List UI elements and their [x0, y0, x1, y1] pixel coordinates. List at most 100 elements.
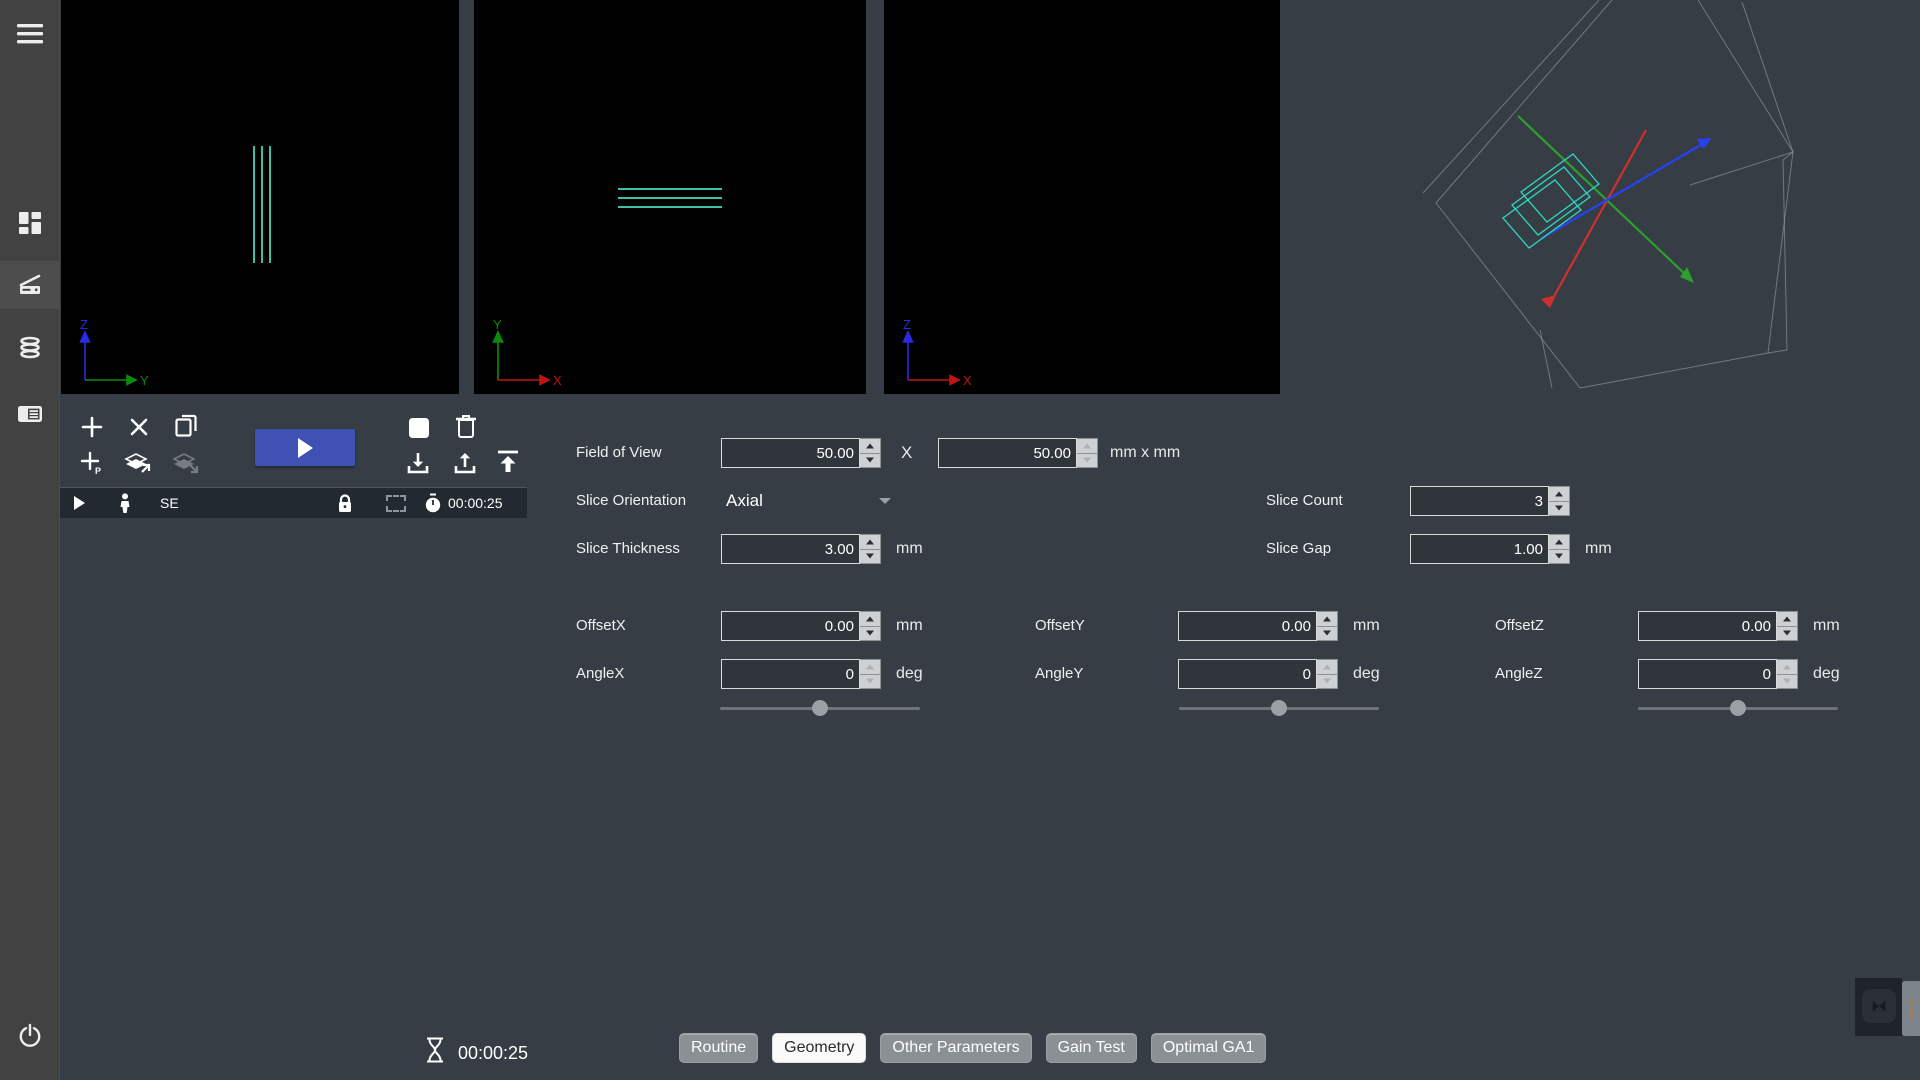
- slice-thickness-label: Slice Thickness: [576, 534, 680, 564]
- angle-y-group: [1178, 659, 1338, 689]
- x-axis-red: [1541, 130, 1646, 308]
- remove-icon[interactable]: [124, 412, 154, 442]
- offset-y-spinner[interactable]: [1317, 611, 1338, 641]
- wireframe-cube: [1423, 0, 1793, 388]
- offset-z-unit: mm: [1813, 611, 1840, 641]
- viewport-zx[interactable]: Z X: [884, 0, 1280, 394]
- tab-geometry[interactable]: Geometry: [772, 1033, 866, 1063]
- offset-x-spinner[interactable]: [860, 611, 881, 641]
- slice-line: [261, 146, 263, 263]
- slice-orientation-select[interactable]: Axial: [726, 486, 891, 516]
- person-icon: [118, 488, 132, 518]
- sidebar: [0, 0, 60, 1080]
- fov-x-input[interactable]: [721, 438, 860, 468]
- tab-optimal-ga1[interactable]: Optimal GA1: [1151, 1033, 1267, 1063]
- sequence-play-icon[interactable]: [74, 488, 85, 518]
- layers-export-icon[interactable]: [122, 448, 152, 478]
- handle-dot: [1910, 1014, 1913, 1017]
- axis-indicator: Z Y: [69, 318, 169, 390]
- angle-y-label: AngleY: [1035, 659, 1083, 689]
- overlay-handle[interactable]: [1902, 981, 1920, 1036]
- viewport-yx[interactable]: Y X: [474, 0, 866, 394]
- upload-icon[interactable]: [450, 448, 480, 478]
- stop-icon[interactable]: [404, 413, 434, 443]
- layers-import-icon-disabled: [170, 448, 200, 478]
- slice-count-spinner[interactable]: [1549, 486, 1570, 516]
- slice-count-group: [1410, 486, 1570, 516]
- angle-z-label: AngleZ: [1495, 659, 1543, 689]
- angle-z-slider[interactable]: [1638, 699, 1838, 717]
- power-icon[interactable]: [0, 1012, 59, 1060]
- slice-thickness-spinner[interactable]: [860, 534, 881, 564]
- fov-unit: mm x mm: [1110, 438, 1180, 468]
- lock-icon[interactable]: [336, 488, 354, 518]
- angle-x-input[interactable]: [721, 659, 860, 689]
- horizontal-axis-label: X: [553, 373, 562, 388]
- fov-y-group: [938, 438, 1098, 468]
- database-icon[interactable]: [0, 324, 59, 372]
- records-icon[interactable]: [0, 390, 59, 438]
- offset-x-input[interactable]: [721, 611, 860, 641]
- angle-x-group: [721, 659, 881, 689]
- tab-other-parameters[interactable]: Other Parameters: [880, 1033, 1031, 1063]
- fov-x-spinner[interactable]: [860, 438, 881, 468]
- offset-x-label: OffsetX: [576, 611, 626, 641]
- parameter-tabs: Routine Geometry Other Parameters Gain T…: [679, 1033, 1266, 1063]
- axis-indicator: Y X: [482, 318, 582, 390]
- slider-thumb[interactable]: [1730, 700, 1746, 716]
- angle-z-unit: deg: [1813, 659, 1840, 689]
- angle-y-slider[interactable]: [1179, 699, 1379, 717]
- angle-x-unit: deg: [896, 659, 923, 689]
- angle-z-group: [1638, 659, 1798, 689]
- menu-icon[interactable]: [0, 10, 59, 58]
- run-button[interactable]: [255, 429, 355, 466]
- slice-count-input[interactable]: [1410, 486, 1549, 516]
- offset-z-input[interactable]: [1638, 611, 1777, 641]
- viewport-zy[interactable]: Z Y: [61, 0, 459, 394]
- angle-x-slider[interactable]: [720, 699, 920, 717]
- slice-count-label: Slice Count: [1266, 486, 1343, 516]
- selection-box-icon[interactable]: [386, 488, 406, 518]
- publish-icon[interactable]: [493, 447, 523, 477]
- viewport-3d[interactable]: [1390, 0, 1920, 420]
- z-axis-blue: [1542, 138, 1712, 238]
- download-icon[interactable]: [403, 448, 433, 478]
- slider-thumb[interactable]: [812, 700, 828, 716]
- svg-text:P: P: [95, 466, 101, 476]
- dashboard-icon[interactable]: [0, 199, 59, 247]
- slice-gap-input[interactable]: [1410, 534, 1549, 564]
- angle-y-spinner[interactable]: [1317, 659, 1338, 689]
- offset-y-unit: mm: [1353, 611, 1380, 641]
- slice-line: [253, 146, 255, 263]
- sequence-row[interactable]: SE 00:00:25: [60, 487, 527, 518]
- offset-y-input[interactable]: [1178, 611, 1317, 641]
- fov-y-input[interactable]: [938, 438, 1077, 468]
- overlay-app-button[interactable]: [1862, 989, 1896, 1023]
- copy-icon[interactable]: [171, 410, 201, 440]
- elapsed-time: 00:00:25: [458, 1043, 528, 1064]
- fov-y-spinner[interactable]: [1077, 438, 1098, 468]
- vertical-axis-label: Z: [903, 318, 911, 332]
- angle-y-input[interactable]: [1178, 659, 1317, 689]
- slice-line: [618, 197, 722, 199]
- tab-gain-test[interactable]: Gain Test: [1046, 1033, 1137, 1063]
- slice-orientation-value: Axial: [726, 491, 763, 511]
- angle-z-input[interactable]: [1638, 659, 1777, 689]
- angle-x-spinner[interactable]: [860, 659, 881, 689]
- trash-icon[interactable]: [451, 411, 481, 441]
- angle-y-unit: deg: [1353, 659, 1380, 689]
- slice-gap-group: [1410, 534, 1570, 564]
- scanner-icon[interactable]: [0, 261, 59, 309]
- play-icon: [298, 438, 313, 458]
- add-icon[interactable]: [77, 412, 107, 442]
- slider-thumb[interactable]: [1271, 700, 1287, 716]
- tab-routine[interactable]: Routine: [679, 1033, 758, 1063]
- offset-z-label: OffsetZ: [1495, 611, 1544, 641]
- offset-x-group: [721, 611, 881, 641]
- angle-z-spinner[interactable]: [1777, 659, 1798, 689]
- slice-gap-spinner[interactable]: [1549, 534, 1570, 564]
- offset-z-spinner[interactable]: [1777, 611, 1798, 641]
- add-protocol-icon[interactable]: P: [77, 448, 107, 478]
- slice-gap-unit: mm: [1585, 534, 1612, 564]
- slice-thickness-input[interactable]: [721, 534, 860, 564]
